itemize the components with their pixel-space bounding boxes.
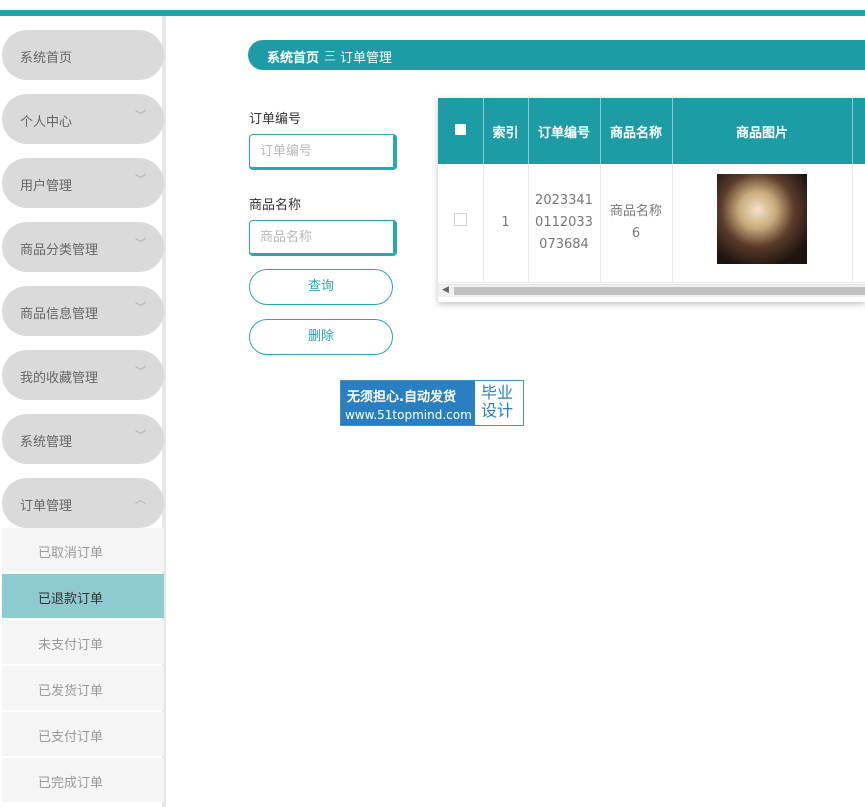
order-submenu: 已取消订单 已退款订单 未支付订单 已发货订单 已支付订单 已完成订单	[2, 528, 164, 804]
banner-right-text: 毕业设计	[481, 383, 514, 420]
watermark-banner: 无须担心.自动发货 www.51topmind.com 毕业设计	[340, 380, 524, 426]
submenu-item-refunded-orders[interactable]: 已退款订单	[2, 574, 164, 618]
submenu-item-label: 已取消订单	[38, 546, 104, 561]
product-name-input[interactable]	[249, 220, 397, 256]
sidebar-item-label: 订单管理	[20, 499, 73, 514]
cell-overflow	[852, 164, 865, 283]
breadcrumb-current: 订单管理	[340, 51, 393, 66]
cell-product-name: 商品名称6	[600, 164, 673, 283]
chevron-down-icon: ﹀	[135, 109, 146, 122]
select-all-checkbox[interactable]	[454, 123, 466, 135]
order-no-label: 订单编号	[249, 112, 302, 127]
chevron-down-icon: ﹀	[135, 237, 146, 250]
sidebar-item-home[interactable]: 系统首页	[2, 30, 164, 80]
delete-button[interactable]: 删除	[249, 319, 393, 355]
submenu-item-label: 未支付订单	[38, 638, 104, 653]
scrollbar-thumb[interactable]	[454, 287, 865, 295]
submenu-item-label: 已发货订单	[38, 684, 104, 699]
submenu-item-completed-orders[interactable]: 已完成订单	[2, 758, 164, 802]
chevron-down-icon: ﹀	[135, 173, 146, 186]
chevron-down-icon: ﹀	[135, 301, 146, 314]
submenu-item-paid-orders[interactable]: 已支付订单	[2, 712, 164, 756]
breadcrumb: 系统首页 三 订单管理	[248, 40, 865, 70]
column-header-product-image: 商品图片	[672, 98, 853, 164]
scroll-left-arrow-icon[interactable]: ◀	[442, 285, 449, 295]
order-no-input[interactable]	[249, 134, 397, 170]
chevron-down-icon: ﹀	[135, 365, 146, 378]
sidebar-item-label: 我的收藏管理	[20, 371, 99, 386]
sidebar-item-favorites-management[interactable]: 我的收藏管理 ﹀	[2, 350, 164, 400]
column-header-order-no: 订单编号	[528, 98, 601, 164]
sidebar-item-order-management[interactable]: 订单管理 ︿	[2, 478, 164, 528]
table-row: 1 20233410112033073684 商品名称6	[438, 164, 865, 283]
chevron-up-icon: ︿	[135, 493, 146, 506]
sidebar-item-user-management[interactable]: 用户管理 ﹀	[2, 158, 164, 208]
submenu-item-unpaid-orders[interactable]: 未支付订单	[2, 620, 164, 664]
table-header-row: 索引 订单编号 商品名称 商品图片	[438, 98, 865, 164]
breadcrumb-separator-icon: 三	[324, 49, 337, 63]
cell-product-image	[672, 164, 853, 283]
select-all-header[interactable]	[438, 98, 484, 164]
query-button[interactable]: 查询	[249, 269, 393, 305]
row-checkbox[interactable]	[453, 213, 467, 226]
sidebar-item-system-management[interactable]: 系统管理 ﹀	[2, 414, 164, 464]
breadcrumb-home-link[interactable]: 系统首页	[267, 47, 319, 66]
column-header-product-name: 商品名称	[600, 98, 673, 164]
sidebar-item-product-management[interactable]: 商品信息管理 ﹀	[2, 286, 164, 336]
sidebar-item-label: 个人中心	[20, 115, 73, 130]
banner-url: www.51topmind.com	[345, 408, 472, 422]
chevron-down-icon: ﹀	[135, 429, 146, 442]
product-thumbnail-image	[717, 174, 807, 264]
submenu-item-label: 已完成订单	[38, 776, 104, 791]
sidebar: 系统首页 个人中心 ﹀ 用户管理 ﹀ 商品分类管理 ﹀ 商品信息管理 ﹀ 我的收…	[0, 16, 166, 807]
horizontal-scrollbar[interactable]: ◀	[438, 284, 865, 297]
column-header-overflow	[852, 98, 865, 164]
banner-left: 无须担心.自动发货 www.51topmind.com	[341, 381, 475, 425]
cell-index: 1	[483, 164, 529, 283]
sidebar-item-label: 商品分类管理	[20, 243, 99, 258]
orders-table-container: 索引 订单编号 商品名称 商品图片 1 20233410112033073684…	[438, 98, 865, 302]
row-select-cell[interactable]	[438, 164, 484, 283]
submenu-item-shipped-orders[interactable]: 已发货订单	[2, 666, 164, 710]
sidebar-item-label: 用户管理	[20, 179, 73, 194]
sidebar-item-label: 商品信息管理	[20, 307, 99, 322]
sidebar-item-personal-center[interactable]: 个人中心 ﹀	[2, 94, 164, 144]
product-name-label: 商品名称	[249, 198, 302, 213]
sidebar-menu: 系统首页 个人中心 ﹀ 用户管理 ﹀ 商品分类管理 ﹀ 商品信息管理 ﹀ 我的收…	[2, 30, 164, 542]
cell-order-no: 20233410112033073684	[528, 164, 601, 283]
banner-line1: 无须担心.自动发货	[347, 390, 456, 405]
column-header-index: 索引	[483, 98, 529, 164]
submenu-item-label: 已支付订单	[38, 730, 104, 745]
submenu-item-label: 已退款订单	[38, 592, 104, 607]
submenu-item-cancelled-orders[interactable]: 已取消订单	[2, 528, 164, 572]
sidebar-item-label: 系统首页	[20, 51, 73, 66]
sidebar-item-category-management[interactable]: 商品分类管理 ﹀	[2, 222, 164, 272]
sidebar-item-label: 系统管理	[20, 435, 73, 450]
orders-table: 索引 订单编号 商品名称 商品图片 1 20233410112033073684…	[438, 98, 865, 283]
